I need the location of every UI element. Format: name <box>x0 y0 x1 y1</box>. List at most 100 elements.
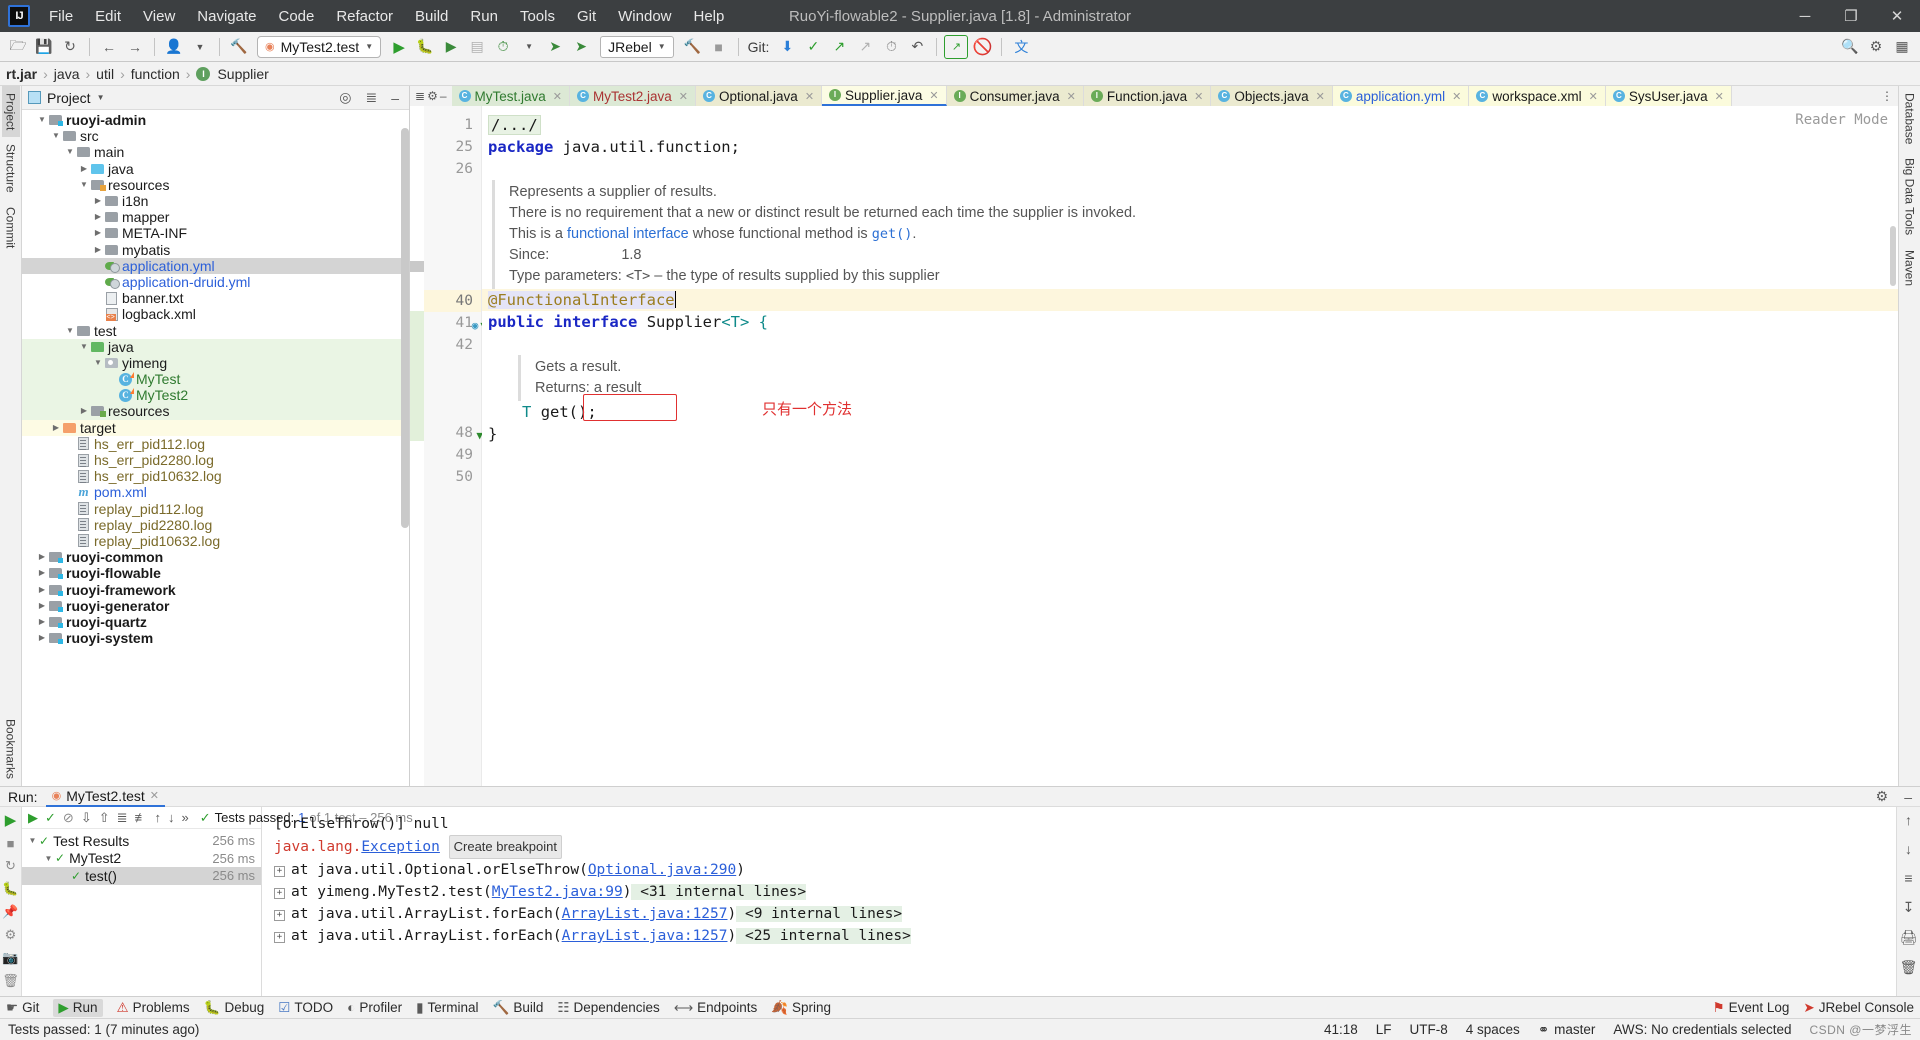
tab-controls[interactable]: ≣ ⚙ – <box>410 86 452 106</box>
tree-node[interactable]: ▶ mybatis <box>22 242 409 258</box>
tree-expand-arrow[interactable]: ▶ <box>36 565 48 581</box>
menu-edit[interactable]: Edit <box>84 4 132 29</box>
close-icon[interactable]: ✕ <box>1589 90 1598 103</box>
test-tree-node[interactable]: ▼ ✓ Test Results 256 ms <box>22 832 261 850</box>
more-icon[interactable]: » <box>182 810 189 825</box>
settings-icon[interactable]: ⚙ <box>5 927 17 943</box>
tree-node[interactable]: ▶ META-INF <box>22 225 409 241</box>
tree-node[interactable]: ▼ test <box>22 322 409 339</box>
bottom-button-run[interactable]: ▶ Run <box>53 998 103 1017</box>
sync-icon[interactable]: ↻ <box>58 35 82 59</box>
tree-node[interactable]: logback.xml <box>22 306 409 322</box>
breadcrumb-util[interactable]: util <box>96 66 114 82</box>
menu-help[interactable]: Help <box>683 4 736 29</box>
search-everywhere-icon[interactable]: 🔍 <box>1838 35 1862 59</box>
attach-profiler-icon[interactable]: ⏱ <box>491 35 515 59</box>
test-tree-node[interactable]: ▼ ✓ MyTest2 256 ms <box>22 850 261 868</box>
code-line-fold[interactable]: /.../ <box>482 114 1898 136</box>
hammer-icon[interactable]: 🔨 <box>227 35 251 59</box>
tree-expand-arrow[interactable]: ▶ <box>78 403 90 419</box>
tree-node[interactable]: application.yml <box>22 257 409 274</box>
tree-expand-arrow[interactable]: ▼ <box>42 854 55 863</box>
bottom-button-jrebel-console[interactable]: ➤ JRebel Console <box>1803 1000 1914 1016</box>
hide-icon[interactable]: – <box>1904 789 1912 805</box>
scroll-down-icon[interactable]: ↓ <box>1905 841 1912 857</box>
menu-navigate[interactable]: Navigate <box>186 4 267 29</box>
rerun-icon[interactable]: ▶ <box>28 810 38 826</box>
scroll-to-end-icon[interactable]: ↧ <box>1903 899 1915 916</box>
caret-position[interactable]: 41:18 <box>1324 1022 1358 1037</box>
tree-node[interactable]: m pom.xml <box>22 484 409 500</box>
tree-expand-arrow[interactable]: ▶ <box>92 193 104 209</box>
close-icon[interactable]: ✕ <box>1452 90 1461 103</box>
functional-interface-link[interactable]: functional interface <box>567 226 689 242</box>
menu-bar[interactable]: File Edit View Navigate Code Refactor Bu… <box>38 4 735 29</box>
tree-expand-arrow[interactable]: ▶ <box>92 242 104 258</box>
rail-button-project[interactable]: Project <box>1 86 20 138</box>
editor-tab[interactable]: Capplication.yml ✕ <box>1332 86 1470 106</box>
menu-file[interactable]: File <box>38 4 84 29</box>
tree-node[interactable]: ▶ java <box>22 161 409 177</box>
tree-node[interactable]: ▶ ruoyi-quartz <box>22 614 409 630</box>
menu-tools[interactable]: Tools <box>509 4 566 29</box>
tree-node[interactable]: replay_pid2280.log <box>22 517 409 533</box>
tree-expand-arrow[interactable]: ▼ <box>36 112 48 128</box>
console-line-stack[interactable]: + at yimeng.MyTest2.test(MyTest2.java:99)… <box>274 881 1888 903</box>
next-failed-icon[interactable]: ↓ <box>168 810 175 825</box>
profiler-chart-icon[interactable]: ↗ <box>944 34 969 59</box>
rollback-icon[interactable]: ↶ <box>905 35 929 59</box>
tree-node[interactable]: ▼ main <box>22 144 409 160</box>
stack-link[interactable]: Optional.java:290 <box>588 862 736 878</box>
run-tab-mytest2[interactable]: ◉ MyTest2.test ✕ <box>45 787 165 807</box>
tree-node[interactable]: ▶ mapper <box>22 209 409 225</box>
breadcrumb-function[interactable]: function <box>131 66 180 82</box>
bottom-button-terminal[interactable]: ▮ Terminal <box>416 1000 478 1016</box>
sort-alphabetically-icon[interactable]: ⇩ <box>81 810 92 826</box>
editor-tab[interactable]: C Optional.java ✕ <box>696 86 823 106</box>
hide-icon[interactable]: – <box>387 90 403 106</box>
push-icon[interactable]: ↗ <box>827 35 851 59</box>
clear-all-icon[interactable]: 🗑 <box>1900 959 1918 976</box>
aws-credentials[interactable]: AWS: No credentials selected <box>1613 1022 1791 1037</box>
gear-icon[interactable]: ⚙ <box>427 89 438 103</box>
more-tabs-icon[interactable]: ⋮ <box>1876 86 1898 106</box>
stop-icon[interactable]: ■ <box>707 35 731 59</box>
maximize-button[interactable]: ❐ <box>1828 0 1874 32</box>
debug-icon[interactable]: 🐛 <box>413 35 437 59</box>
gear-icon[interactable]: ⚙ <box>1876 788 1889 805</box>
test-tree-node[interactable]: ✓ test() 256 ms <box>22 867 261 885</box>
close-button[interactable]: ✕ <box>1874 0 1920 32</box>
bottom-button-debug[interactable]: 🐛 Debug <box>204 1000 265 1016</box>
tree-node[interactable]: ▶ ruoyi-flowable <box>22 565 409 581</box>
tree-node[interactable]: ▼ src <box>22 128 409 144</box>
update-project-icon[interactable]: ⬇ <box>775 35 799 59</box>
indent-setting[interactable]: 4 spaces <box>1466 1022 1520 1037</box>
menu-view[interactable]: View <box>132 4 186 29</box>
editor-gutter[interactable]: 1 25 26 40 41 ◉ ▼ <box>424 106 487 786</box>
get-method-link[interactable]: get() <box>872 226 913 242</box>
menu-run[interactable]: Run <box>459 4 509 29</box>
editor-tabs[interactable]: ≣ ⚙ – C MyTest.java ✕ C MyTest2.java ✕ C Option… <box>410 86 1898 106</box>
prev-failed-icon[interactable]: ↑ <box>155 810 162 825</box>
open-folder-icon[interactable]: 🗁 <box>6 35 30 59</box>
minimize-button[interactable]: ─ <box>1782 0 1828 32</box>
tree-node[interactable]: banner.txt <box>22 290 409 306</box>
tree-node[interactable]: ▼ java <box>22 338 409 355</box>
commit-icon[interactable]: ✓ <box>801 35 825 59</box>
close-icon[interactable]: ✕ <box>1316 90 1325 103</box>
translate-icon[interactable]: 文 <box>1009 35 1033 59</box>
stack-link[interactable]: MyTest2.java:99 <box>492 884 623 900</box>
user-profile-icon[interactable]: 👤 <box>162 35 186 59</box>
tree-node[interactable]: replay_pid10632.log <box>22 533 409 549</box>
debug-icon[interactable]: 🐛 <box>2 881 18 897</box>
rerun-failed-icon[interactable]: ↻ <box>5 858 16 874</box>
editor-tab[interactable]: I Function.java ✕ <box>1083 86 1212 106</box>
bottom-button-profiler[interactable]: ◐ Profiler <box>347 1000 402 1015</box>
breadcrumb-java[interactable]: java <box>54 66 80 82</box>
tree-node[interactable]: ▶ ruoyi-generator <box>22 598 409 614</box>
back-arrow-icon[interactable]: ← <box>97 35 121 59</box>
console-line-stack[interactable]: + at java.util.Optional.orElseThrow(Optio… <box>274 859 1888 881</box>
git-branch[interactable]: ⚭ master <box>1538 1022 1596 1038</box>
rail-button-maven[interactable]: Maven <box>1901 243 1919 293</box>
menu-refactor[interactable]: Refactor <box>325 4 404 29</box>
